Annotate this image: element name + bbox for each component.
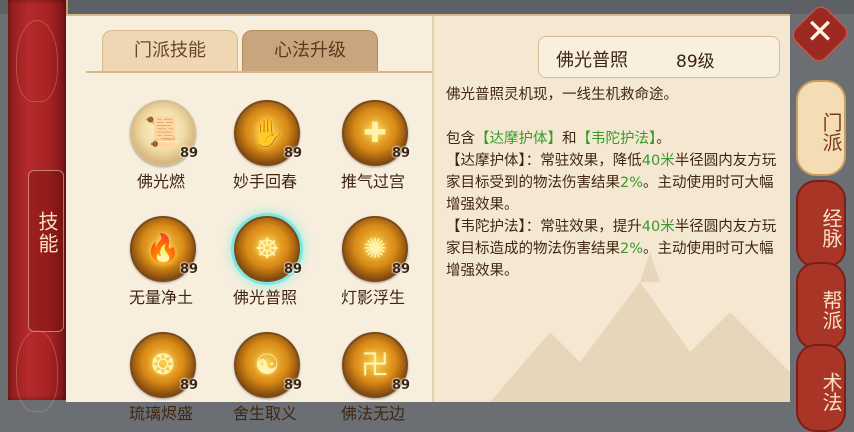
tab-skills-vertical[interactable]: 技能 bbox=[28, 170, 64, 332]
detail-contains: 包含【达摩护体】和【韦陀护法】。 bbox=[446, 128, 782, 150]
skill-name: 无量净土 bbox=[128, 288, 193, 307]
side-tab-label: 经脉 bbox=[819, 208, 843, 248]
passive-2-percent: 2% bbox=[620, 241, 644, 257]
tab-underline bbox=[86, 71, 432, 73]
skill-level: 89 bbox=[284, 378, 303, 393]
skill-slot[interactable]: ☸ 89 佛光普照 bbox=[210, 216, 320, 316]
side-tab-label: 帮派 bbox=[819, 290, 843, 330]
tab-sect-skills[interactable]: 门派技能 bbox=[102, 30, 238, 71]
passive-1-distance: 40米 bbox=[641, 153, 675, 169]
skill-slot[interactable]: 卍 89 佛法无边 bbox=[318, 332, 428, 432]
left-binder: 技能 bbox=[8, 0, 68, 412]
passive-1-text-a: ：常驻效果，降低 bbox=[525, 153, 642, 169]
passive-1-percent: 2% bbox=[620, 175, 644, 191]
skills-panel: 门派技能 心法升级 📜 89 佛光燃 ✋ 89 妙手回春 ✚ 89 推气过宫 🔥 89 无量净土 ☸ 89… bbox=[66, 16, 432, 423]
contains-skill-b: 【韦陀护法】 bbox=[576, 131, 657, 147]
contains-prefix: 包含 bbox=[446, 131, 475, 147]
contains-suffix: 。 bbox=[656, 131, 671, 147]
skill-name: 妙手回春 bbox=[232, 172, 297, 191]
skill-name: 琉璃烬盛 bbox=[128, 404, 193, 423]
skill-slot[interactable]: 🔥 89 无量净土 bbox=[106, 216, 216, 316]
side-tab-sect[interactable]: 门派 bbox=[796, 80, 846, 176]
side-tab-guild[interactable]: 帮派 bbox=[796, 262, 846, 350]
skill-slot[interactable]: ❂ 89 琉璃烬盛 bbox=[106, 332, 216, 432]
skill-level: 89 bbox=[392, 146, 411, 161]
passive-2-distance: 40米 bbox=[641, 219, 675, 235]
skill-level: 89 bbox=[180, 378, 199, 393]
detail-passive-2: 【韦陀护法】：常驻效果，提升40米半径圆内友方玩家目标造成的物法伤害结果2%。主… bbox=[446, 216, 782, 282]
skill-name: 舍生取义 bbox=[232, 404, 297, 423]
skill-level: 89 bbox=[284, 146, 303, 161]
skill-level: 89 bbox=[180, 146, 199, 161]
skill-level: 89 bbox=[392, 378, 411, 393]
main-panel: 门派技能 心法升级 📜 89 佛光燃 ✋ 89 妙手回春 ✚ 89 推气过宫 🔥 89 无量净土 ☸ 89… bbox=[66, 14, 790, 423]
skill-slot[interactable]: ☯ 89 舍生取义 bbox=[210, 332, 320, 432]
skill-name: 推气过宫 bbox=[340, 172, 405, 191]
top-strip bbox=[0, 0, 854, 14]
skill-slot[interactable]: ✚ 89 推气过宫 bbox=[318, 100, 428, 200]
tab-skills-label: 技能 bbox=[35, 211, 59, 255]
detail-title: 佛光普照 bbox=[556, 50, 628, 71]
skill-level: 89 bbox=[284, 262, 303, 277]
detail-level: 89级 bbox=[676, 52, 715, 72]
skill-detail-panel: 佛光普照 89级 佛光普照灵机现，一线生机救命途。 包含【达摩护体】和【韦陀护法… bbox=[434, 16, 790, 402]
side-tab-label: 门派 bbox=[819, 112, 843, 152]
detail-description: 佛光普照灵机现，一线生机救命途。 包含【达摩护体】和【韦陀护法】。 【达摩护体】… bbox=[446, 84, 782, 282]
passive-2-text-a: ：常驻效果，提升 bbox=[525, 219, 642, 235]
contains-skill-a: 【达摩护体】 bbox=[475, 131, 562, 147]
skill-level: 89 bbox=[392, 262, 411, 277]
skill-name: 佛法无边 bbox=[340, 404, 405, 423]
skill-slot[interactable]: 📜 89 佛光燃 bbox=[106, 100, 216, 200]
skill-name: 佛光燃 bbox=[136, 172, 185, 191]
side-tab-spells[interactable]: 术法 bbox=[796, 344, 846, 432]
side-tab-label: 术法 bbox=[819, 372, 843, 412]
close-button[interactable]: ✕ bbox=[798, 10, 842, 54]
detail-intro: 佛光普照灵机现，一线生机救命途。 bbox=[446, 87, 678, 103]
passive-1-label: 【达摩护体】 bbox=[446, 153, 526, 169]
skill-level: 89 bbox=[180, 262, 199, 277]
skill-name: 佛光普照 bbox=[232, 288, 297, 307]
contains-and: 和 bbox=[562, 131, 577, 147]
passive-2-label: 【韦陀护法】 bbox=[446, 219, 526, 235]
skill-slot[interactable]: ✺ 89 灯影浮生 bbox=[318, 216, 428, 316]
binder-ornament bbox=[16, 20, 58, 102]
detail-passive-1: 【达摩护体】：常驻效果，降低40米半径圆内友方玩家目标受到的物法伤害结果2%。主… bbox=[446, 150, 782, 216]
side-tab-meridian[interactable]: 经脉 bbox=[796, 180, 846, 268]
skill-name: 灯影浮生 bbox=[340, 288, 405, 307]
tab-mind-upgrade[interactable]: 心法升级 bbox=[242, 30, 378, 71]
skill-slot[interactable]: ✋ 89 妙手回春 bbox=[210, 100, 320, 200]
